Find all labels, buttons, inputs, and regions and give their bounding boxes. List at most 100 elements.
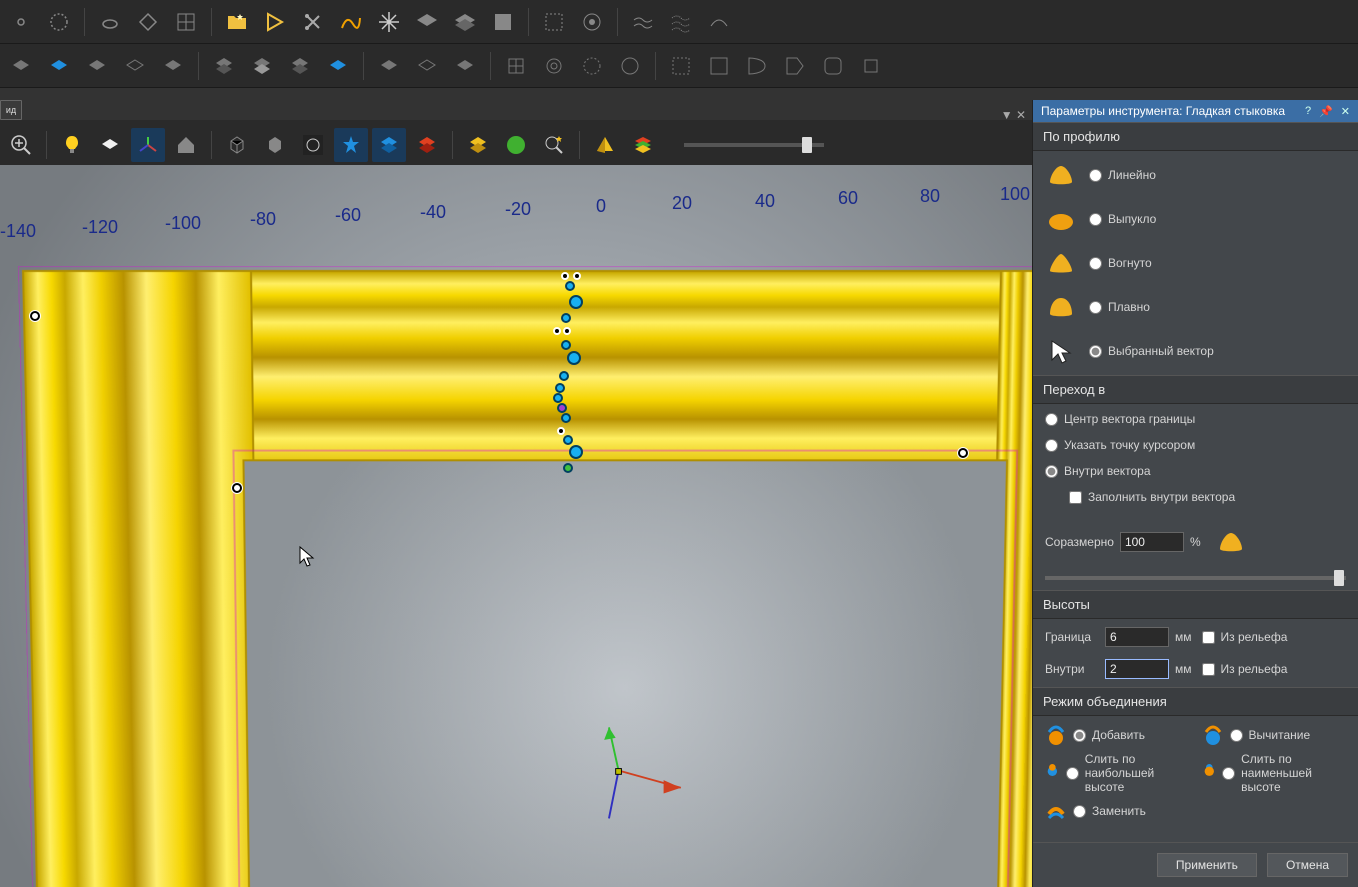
tool-btn-circle[interactable] — [42, 5, 76, 39]
view-slider[interactable] — [684, 143, 824, 147]
marquee-btn-3[interactable] — [740, 49, 774, 83]
radio-selected-vector[interactable]: Выбранный вектор — [1089, 344, 1214, 358]
border-input[interactable] — [1105, 627, 1169, 647]
check-fill-inside[interactable]: Заполнить внутри вектора — [1069, 490, 1346, 504]
layer-btn-12[interactable] — [448, 49, 482, 83]
marquee-btn-4[interactable] — [778, 49, 812, 83]
layer-btn-1[interactable] — [4, 49, 38, 83]
white-plane-icon[interactable] — [93, 128, 127, 162]
check-inner-relief[interactable]: Из рельефа — [1202, 662, 1288, 676]
marquee-btn-2[interactable] — [702, 49, 736, 83]
marquee-btn-5[interactable] — [816, 49, 850, 83]
radio-concave[interactable]: Вогнуто — [1089, 256, 1152, 270]
tool-btn-scissors[interactable] — [296, 5, 330, 39]
panel-title-bar[interactable]: Параметры инструмента: Гладкая стыковка … — [1033, 100, 1358, 122]
axis-gizmo — [585, 713, 700, 828]
panel-dropdown-chevrons[interactable]: ▼ ✕ — [1001, 108, 1026, 122]
blob-convex-icon — [1045, 203, 1077, 235]
node-inner-right[interactable] — [958, 448, 968, 458]
apply-button[interactable]: Применить — [1157, 853, 1257, 877]
layer-btn-4[interactable] — [118, 49, 152, 83]
check-border-relief[interactable]: Из рельефа — [1202, 630, 1288, 644]
scale-input[interactable] — [1120, 532, 1184, 552]
scale-slider[interactable] — [1045, 576, 1346, 580]
box-wire-icon[interactable] — [220, 128, 254, 162]
tool-btn-oval[interactable] — [93, 5, 127, 39]
radio-smooth[interactable]: Плавно — [1089, 300, 1150, 314]
edit-spline[interactable] — [555, 275, 595, 485]
viewport-3d[interactable]: -140 -120 -100 -80 -60 -40 -20 0 20 40 6… — [0, 165, 1032, 887]
radio-subtract[interactable]: Вычитание — [1230, 728, 1311, 742]
radio-merge-high[interactable]: Слить по наибольшей высоте — [1066, 752, 1190, 794]
layer-blue-icon[interactable] — [372, 128, 406, 162]
blob-smooth-icon — [1045, 291, 1077, 323]
home-icon[interactable] — [169, 128, 203, 162]
marquee-btn-6[interactable] — [854, 49, 888, 83]
node-top-left[interactable] — [30, 311, 40, 321]
green-circle-icon[interactable] — [499, 128, 533, 162]
radio-replace[interactable]: Заменить — [1073, 804, 1146, 818]
tool-btn-select[interactable] — [537, 5, 571, 39]
help-icon[interactable]: ? — [1305, 105, 1311, 118]
border-label: Граница — [1045, 630, 1099, 644]
tool-btn-waves-b[interactable] — [664, 5, 698, 39]
tool-btn-wave[interactable] — [334, 5, 368, 39]
tool-btn-burst[interactable] — [372, 5, 406, 39]
layer-btn-10[interactable] — [372, 49, 406, 83]
radio-merge-low[interactable]: Слить по наименьшей высоте — [1222, 752, 1346, 794]
layer-btn-3[interactable] — [80, 49, 114, 83]
search-star-icon[interactable] — [537, 128, 571, 162]
select-circle-icon[interactable] — [296, 128, 330, 162]
marquee-btn-1[interactable] — [664, 49, 698, 83]
pyramid-icon[interactable] — [588, 128, 622, 162]
subtract-mode-icon — [1202, 724, 1224, 746]
tool-btn-folder-star[interactable] — [220, 5, 254, 39]
tool-btn-waves-c[interactable] — [702, 5, 736, 39]
radio-inside-vector[interactable]: Внутри вектора — [1045, 464, 1346, 478]
layer-btn-7[interactable] — [245, 49, 279, 83]
close-icon[interactable]: ✕ — [1341, 105, 1350, 118]
toolbar-row-3 — [0, 120, 1032, 170]
add-mode-icon — [1045, 724, 1067, 746]
layer-btn-9-blue[interactable] — [321, 49, 355, 83]
tool-btn-layer-b[interactable] — [448, 5, 482, 39]
layer-btn-2[interactable] — [42, 49, 76, 83]
region-btn-4[interactable] — [613, 49, 647, 83]
radio-convex[interactable]: Выпукло — [1089, 212, 1156, 226]
pin-icon[interactable]: 📌 — [1319, 105, 1333, 118]
layer-btn-5[interactable] — [156, 49, 190, 83]
radio-add[interactable]: Добавить — [1073, 728, 1145, 742]
region-btn-1[interactable] — [499, 49, 533, 83]
tool-btn-point[interactable] — [4, 5, 38, 39]
tool-btn-target[interactable] — [575, 5, 609, 39]
region-btn-2[interactable] — [537, 49, 571, 83]
layer-yellow-icon[interactable] — [461, 128, 495, 162]
axis-gizmo-icon[interactable] — [131, 128, 165, 162]
tool-btn-grid[interactable] — [169, 5, 203, 39]
inner-input[interactable] — [1105, 659, 1169, 679]
section-combine-header: Режим объединения — [1033, 687, 1358, 716]
layer-red-icon[interactable] — [410, 128, 444, 162]
section-transition-header: Переход в — [1033, 375, 1358, 404]
layer-btn-11[interactable] — [410, 49, 444, 83]
zoom-in-icon[interactable] — [4, 128, 38, 162]
tab-badge[interactable]: ид — [0, 100, 22, 120]
radio-center[interactable]: Центр вектора границы — [1045, 412, 1346, 426]
cursor-icon — [298, 545, 318, 570]
tool-btn-diamond[interactable] — [131, 5, 165, 39]
cancel-button[interactable]: Отмена — [1267, 853, 1348, 877]
lightbulb-icon[interactable] — [55, 128, 89, 162]
layer-btn-8[interactable] — [283, 49, 317, 83]
colored-layers-icon[interactable] — [626, 128, 660, 162]
radio-cursor-point[interactable]: Указать точку курсором — [1045, 438, 1346, 452]
tool-btn-play[interactable] — [258, 5, 292, 39]
node-inner-left[interactable] — [232, 483, 242, 493]
tool-btn-waves-a[interactable] — [626, 5, 660, 39]
tool-btn-layer-c[interactable] — [486, 5, 520, 39]
box-solid-icon[interactable] — [258, 128, 292, 162]
radio-linear[interactable]: Линейно — [1089, 168, 1156, 182]
tool-btn-layer-a[interactable] — [410, 5, 444, 39]
layer-btn-6[interactable] — [207, 49, 241, 83]
star-blue-icon[interactable] — [334, 128, 368, 162]
region-btn-3[interactable] — [575, 49, 609, 83]
